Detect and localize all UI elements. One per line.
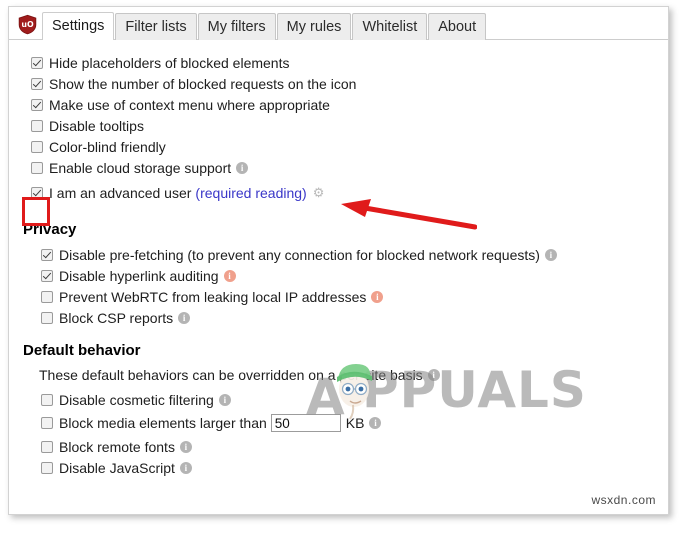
checkbox-prevent-webrtc[interactable] — [41, 290, 53, 303]
info-icon[interactable]: i — [178, 311, 191, 324]
extension-options-panel: uO Settings Filter lists My filters My r… — [8, 6, 669, 515]
required-reading-link[interactable]: (required reading) — [195, 185, 306, 201]
option-row-disable-tooltips[interactable]: Disable tooltips — [9, 115, 668, 136]
option-row-prevent-webrtc[interactable]: Prevent WebRTC from leaking local IP add… — [9, 286, 668, 307]
option-label: Color-blind friendly — [49, 138, 166, 155]
option-row-cosmetic-filtering[interactable]: Disable cosmetic filtering i — [9, 389, 668, 410]
checkbox-cloud-storage[interactable] — [31, 161, 43, 174]
option-row-hide-placeholders[interactable]: Hide placeholders of blocked elements — [9, 52, 668, 73]
option-label: Disable pre-fetching (to prevent any con… — [59, 246, 540, 263]
option-row-block-media-elements[interactable]: Block media elements larger than KB i — [9, 410, 668, 436]
tab-bar: uO Settings Filter lists My filters My r… — [9, 7, 668, 40]
option-row-color-blind[interactable]: Color-blind friendly — [9, 136, 668, 157]
info-icon[interactable]: i — [236, 161, 249, 174]
info-icon[interactable]: i — [179, 440, 192, 453]
info-icon[interactable]: i — [371, 290, 384, 303]
checkbox-disable-prefetching[interactable] — [41, 248, 53, 261]
section-heading-default-behavior: Default behavior — [23, 342, 141, 359]
info-icon[interactable]: i — [544, 248, 557, 261]
checkbox-show-blocked-count[interactable] — [31, 77, 43, 90]
checkbox-hide-placeholders[interactable] — [31, 56, 43, 69]
checkbox-block-remote-fonts[interactable] — [41, 440, 53, 453]
section-heading-privacy: Privacy — [23, 221, 77, 238]
option-label: Block media elements larger than — [59, 415, 267, 431]
option-label: Hide placeholders of blocked elements — [49, 54, 290, 71]
option-label: Block remote fonts — [59, 438, 175, 455]
advanced-user-label: I am an advanced user — [49, 184, 192, 201]
option-row-block-remote-fonts[interactable]: Block remote fonts i — [9, 436, 668, 457]
option-row-block-csp-reports[interactable]: Block CSP reports i — [9, 307, 668, 328]
option-label: Disable cosmetic filtering — [59, 391, 214, 408]
tab-filter-lists[interactable]: Filter lists — [115, 12, 197, 40]
info-icon[interactable]: i — [427, 369, 440, 381]
option-label: Make use of context menu where appropria… — [49, 96, 330, 113]
checkbox-block-csp-reports[interactable] — [41, 311, 53, 324]
option-row-show-blocked-count[interactable]: Show the number of blocked requests on t… — [9, 73, 668, 94]
tab-settings[interactable]: Settings — [42, 11, 115, 40]
option-row-hyperlink-auditing[interactable]: Disable hyperlink auditing i — [9, 265, 668, 286]
option-row-cloud-storage[interactable]: Enable cloud storage support i — [9, 157, 668, 178]
option-label: Enable cloud storage support — [49, 159, 232, 176]
checkbox-color-blind[interactable] — [31, 140, 43, 153]
gears-icon[interactable]: ⚙ — [313, 186, 325, 199]
tab-whitelist[interactable]: Whitelist — [352, 12, 428, 40]
option-label: Show the number of blocked requests on t… — [49, 75, 357, 92]
media-size-input[interactable] — [270, 414, 341, 432]
option-label: Disable tooltips — [49, 117, 144, 134]
tab-my-rules[interactable]: My rules — [276, 12, 352, 40]
tab-my-filters[interactable]: My filters — [197, 12, 276, 40]
default-behavior-note: These default behaviors can be overridde… — [39, 365, 668, 385]
checkbox-hyperlink-auditing[interactable] — [41, 269, 53, 282]
info-icon[interactable]: i — [223, 269, 236, 282]
checkbox-cosmetic-filtering[interactable] — [41, 393, 53, 406]
option-row-disable-javascript[interactable]: Disable JavaScript i — [9, 457, 668, 478]
source-watermark: wsxdn.com — [591, 493, 656, 507]
checkbox-disable-javascript[interactable] — [41, 461, 53, 474]
info-icon[interactable]: i — [179, 461, 192, 474]
option-row-advanced-user[interactable]: I am an advanced user (required reading)… — [9, 178, 668, 207]
option-label: Prevent WebRTC from leaking local IP add… — [59, 288, 367, 305]
option-row-disable-prefetching[interactable]: Disable pre-fetching (to prevent any con… — [9, 244, 668, 265]
checkbox-block-media-elements[interactable] — [41, 417, 53, 429]
checkbox-context-menu[interactable] — [31, 98, 43, 111]
option-label: Block CSP reports — [59, 309, 174, 326]
info-icon[interactable]: i — [369, 417, 382, 429]
checkbox-advanced-user[interactable] — [31, 186, 43, 199]
option-label: Disable JavaScript — [59, 459, 175, 476]
settings-content: Hide placeholders of blocked elements Sh… — [9, 40, 668, 478]
svg-text:uO: uO — [21, 20, 34, 29]
default-behavior-note-text: These default behaviors can be overridde… — [39, 367, 423, 383]
option-row-context-menu[interactable]: Make use of context menu where appropria… — [9, 94, 668, 115]
ublock-origin-shield-icon: uO — [18, 14, 37, 35]
tab-about[interactable]: About — [428, 12, 487, 40]
option-label: Disable hyperlink auditing — [59, 267, 219, 284]
checkbox-disable-tooltips[interactable] — [31, 119, 43, 132]
info-icon[interactable]: i — [218, 393, 231, 406]
media-size-unit-label: KB — [345, 415, 365, 431]
